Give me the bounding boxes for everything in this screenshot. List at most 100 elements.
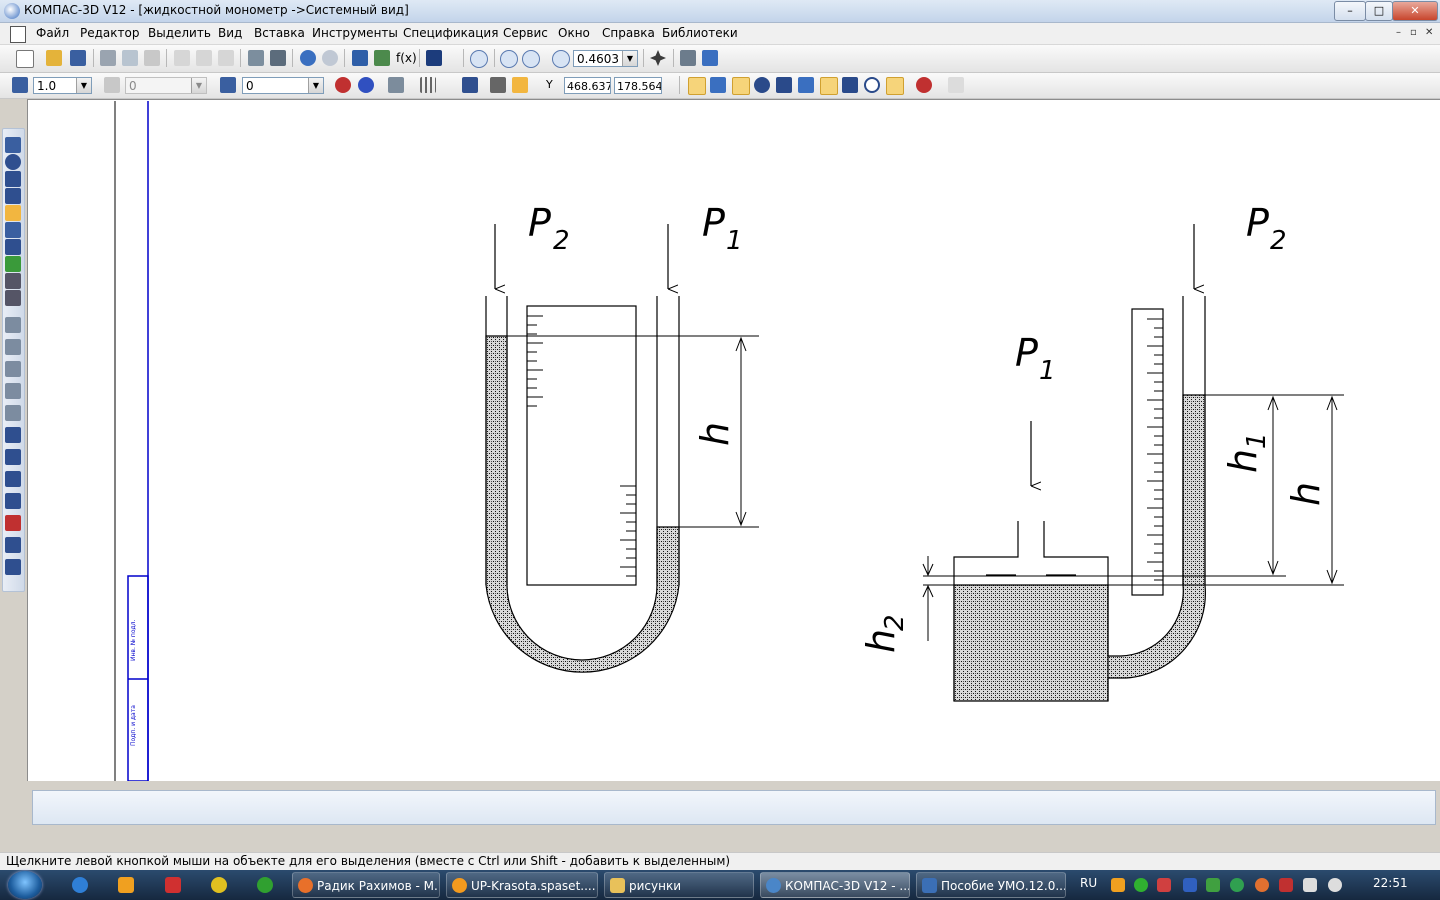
local-cs-icon[interactable] (462, 77, 478, 93)
style-icon[interactable] (220, 77, 236, 93)
menu-window[interactable]: Окно (558, 26, 590, 40)
snap-point-icon[interactable] (886, 77, 904, 95)
tray-security-icon[interactable] (1279, 878, 1293, 892)
task-button-folder[interactable]: рисунки (604, 872, 754, 898)
tray-torrent-icon[interactable] (1230, 878, 1244, 892)
doc-restore-button[interactable]: ▫ (1410, 27, 1417, 38)
redo-icon[interactable] (322, 50, 338, 66)
arrow-view-icon[interactable] (5, 427, 21, 443)
library-tool-icon[interactable] (5, 559, 21, 575)
variables-icon[interactable] (374, 50, 390, 66)
magnet-icon[interactable] (335, 77, 351, 93)
hatch-tool-icon[interactable] (5, 188, 21, 204)
cut-icon[interactable] (174, 50, 190, 66)
axis-tool-icon[interactable] (5, 449, 21, 465)
layers-icon[interactable] (352, 50, 368, 66)
snap-tangent-icon[interactable] (754, 77, 770, 93)
doc-minimize-button[interactable]: – (1396, 27, 1401, 38)
spec-tool-icon[interactable] (5, 273, 21, 289)
mark-tool-icon[interactable] (5, 493, 21, 509)
geometry-tool-icon[interactable] (5, 137, 21, 153)
snap-nearest-icon[interactable] (688, 77, 706, 95)
snap-align-icon[interactable] (798, 77, 814, 93)
start-button[interactable] (8, 871, 42, 899)
break-tool-icon[interactable] (5, 383, 21, 399)
network-icon[interactable] (1303, 878, 1317, 892)
minimize-button[interactable]: – (1334, 1, 1366, 21)
snap-middle-icon[interactable] (820, 77, 838, 95)
snap-magnet-icon[interactable] (358, 77, 374, 93)
tray-media-icon[interactable] (1111, 878, 1125, 892)
report-tool-icon[interactable] (5, 290, 21, 306)
coord-y-field[interactable]: 178.564 (614, 77, 662, 94)
tray-app-icon[interactable] (1183, 878, 1197, 892)
paste-icon[interactable] (218, 50, 234, 66)
ortho-mode-icon[interactable] (490, 77, 506, 93)
measure-tool-icon[interactable] (5, 239, 21, 255)
snap-endpoint-icon[interactable] (710, 77, 726, 93)
zoom-in-icon[interactable] (500, 50, 518, 68)
menu-help[interactable]: Справка (602, 26, 655, 40)
projection-tool-icon[interactable] (5, 405, 21, 421)
task-button-word[interactable]: Пособие УМО.12.0... (916, 872, 1066, 898)
open-folder-icon[interactable] (46, 50, 62, 66)
print-preview-icon[interactable] (122, 50, 138, 66)
section-tool-icon[interactable] (5, 339, 21, 355)
snap-settings-icon[interactable] (916, 77, 932, 93)
coord-x-field[interactable]: 468.637 (564, 77, 611, 94)
tray-check-icon[interactable] (1206, 878, 1220, 892)
maximize-button[interactable]: □ (1365, 1, 1393, 21)
cut-line-icon[interactable] (5, 471, 21, 487)
properties-icon[interactable] (248, 50, 264, 66)
zoom-scale-icon[interactable] (552, 50, 570, 68)
chevron-down-icon[interactable]: ▼ (191, 78, 206, 93)
tray-browser-icon[interactable] (1255, 878, 1269, 892)
task-button-browser[interactable]: UP-Krasota.spaset.... (446, 872, 598, 898)
scale-combo[interactable]: 1.0 ▼ (33, 77, 92, 94)
snap-center-icon[interactable] (864, 77, 880, 93)
save-icon[interactable] (70, 50, 86, 66)
edit-tool-icon[interactable] (5, 205, 21, 221)
snap-intersection-icon[interactable] (732, 77, 750, 95)
grid-step-icon[interactable] (12, 77, 28, 93)
pan-icon[interactable] (650, 50, 666, 66)
media-player-icon[interactable] (118, 877, 134, 893)
menu-view[interactable]: Вид (218, 26, 242, 40)
menu-select[interactable]: Выделить (148, 26, 211, 40)
close-button[interactable]: ✕ (1392, 1, 1438, 21)
view-tool-icon[interactable] (5, 317, 21, 333)
detail-tool-icon[interactable] (5, 361, 21, 377)
tray-sync-icon[interactable] (1134, 878, 1148, 892)
launcher-icon[interactable] (211, 877, 227, 893)
menu-specification[interactable]: Спецификация (403, 26, 498, 40)
refresh-icon[interactable] (702, 50, 718, 66)
fragment-tool-icon[interactable] (5, 537, 21, 553)
layer-combo[interactable]: 0 ▼ (125, 77, 207, 94)
ortho-icon[interactable] (388, 77, 404, 93)
zoom-combo[interactable]: 0.4603 ▼ (573, 50, 638, 67)
style-combo[interactable]: 0 ▼ (242, 77, 324, 94)
grid-icon[interactable] (420, 77, 436, 93)
zoom-window-icon[interactable] (470, 50, 488, 68)
menu-tools[interactable]: Инструменты (312, 26, 398, 40)
chevron-down-icon[interactable]: ▼ (308, 78, 323, 93)
browser-icon[interactable] (257, 877, 273, 893)
chevron-down-icon[interactable]: ▼ (76, 78, 91, 93)
circle-tool-icon[interactable] (5, 154, 21, 170)
undo-icon[interactable] (300, 50, 316, 66)
clock[interactable]: 22:51 (1373, 876, 1408, 890)
menu-insert[interactable]: Вставка (254, 26, 305, 40)
drawing-canvas[interactable]: Инв. № подл. Подп. и дата P 2 P 1 h P 2 … (27, 99, 1440, 781)
copy-icon[interactable] (196, 50, 212, 66)
zoom-out-icon[interactable] (522, 50, 540, 68)
tray-antivirus-icon[interactable] (1157, 878, 1171, 892)
help-cursor-icon[interactable] (426, 50, 442, 66)
language-indicator[interactable]: RU (1080, 876, 1097, 890)
app-icon[interactable] (165, 877, 181, 893)
doc-close-button[interactable]: ✕ (1425, 27, 1433, 38)
task-button-firefox[interactable]: Радик Рахимов - М... (292, 872, 440, 898)
new-document-icon[interactable] (16, 50, 34, 68)
volume-icon[interactable] (1328, 878, 1342, 892)
print-icon[interactable] (100, 50, 116, 66)
delete-tool-icon[interactable] (5, 515, 21, 531)
